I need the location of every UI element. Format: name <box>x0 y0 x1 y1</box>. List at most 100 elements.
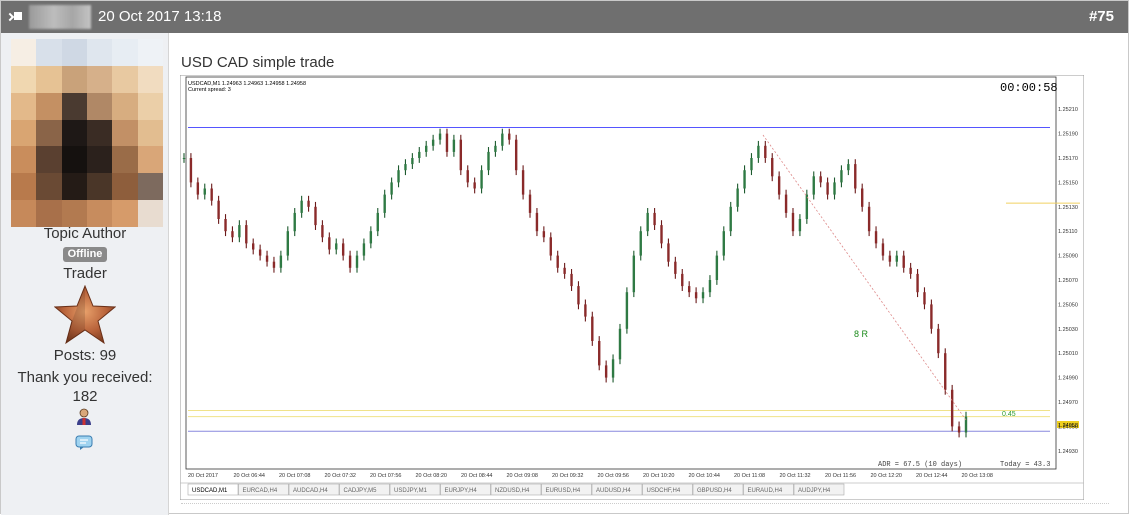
candle-body <box>570 273 573 287</box>
candle-body <box>577 286 580 305</box>
chart-adr-text: ADR = 67.5 (10 days) <box>878 461 962 469</box>
forum-post: 20 Oct 2017 13:18 #75 Topic Author Offli… <box>0 0 1129 515</box>
candle-body <box>272 261 276 268</box>
candle-body <box>411 158 414 165</box>
candle-body <box>923 292 926 305</box>
chart-screenshot[interactable]: USDCAD,M1 1.24963 1.24963 1.24958 1.2495… <box>180 75 1084 500</box>
candle-body <box>736 188 739 207</box>
x-tick-label: 20 Oct 07:08 <box>279 473 311 479</box>
author-name-blurred[interactable] <box>29 5 91 29</box>
chart-tab-label[interactable]: EURAUD,H4 <box>748 488 783 494</box>
y-tick-label: 1.25030 <box>1058 327 1078 333</box>
chart-tab-label[interactable]: AUDJPY,H4 <box>798 488 831 494</box>
candle-body <box>722 231 725 256</box>
y-tick-label: 1.25090 <box>1058 254 1078 260</box>
candle-body <box>293 212 296 232</box>
chart-spread-line: Current spread: 3 <box>188 87 231 93</box>
candle-body <box>314 206 317 226</box>
candle-body <box>362 243 366 256</box>
x-tick-label: 20 Oct 11:32 <box>780 473 811 479</box>
candle-body <box>425 145 428 152</box>
candle-body <box>404 164 407 171</box>
x-tick-label: 20 Oct 08:20 <box>416 473 448 479</box>
candle-body <box>819 176 822 183</box>
chart-tab-label[interactable]: CADJPY,M5 <box>344 488 378 494</box>
candle-body <box>715 255 719 280</box>
collapse-icon[interactable] <box>5 11 22 23</box>
chart-annotation-r: 8 R <box>854 329 869 339</box>
chart-tab-label[interactable]: EURCAD,H4 <box>243 488 278 494</box>
chart-tab-label[interactable]: USDCHF,H4 <box>647 488 681 494</box>
candle-body <box>777 176 781 195</box>
x-tick-label: 20 Oct 13:08 <box>962 473 994 479</box>
candle-body <box>950 389 954 427</box>
candle-body <box>674 261 677 274</box>
candle-body <box>542 231 546 238</box>
candle-body <box>750 158 753 171</box>
chart-tab-label[interactable]: AUDUSD,H4 <box>596 488 631 494</box>
candle-body <box>584 304 587 317</box>
chart-tab-label[interactable]: GBPUSD,H4 <box>697 488 732 494</box>
candle-body <box>452 139 456 152</box>
x-tick-label: 20 Oct 06:44 <box>234 473 266 479</box>
candle-body <box>383 194 386 213</box>
y-tick-label: 1.24950 <box>1058 424 1078 430</box>
chart-tab-label[interactable]: EURUSD,H4 <box>546 488 581 494</box>
author-role: Topic Author <box>43 225 127 242</box>
candle-body <box>300 200 303 213</box>
candle-body <box>708 280 712 293</box>
y-tick-label: 1.25170 <box>1058 156 1078 162</box>
post-number-link[interactable]: #75 <box>1089 8 1114 25</box>
candle-body <box>701 292 705 299</box>
candle-body <box>279 255 283 268</box>
x-tick-label: 20 Oct 09:56 <box>598 473 630 479</box>
candle-body <box>203 188 206 195</box>
candle-body <box>459 139 463 171</box>
candle-body <box>618 328 622 360</box>
private-message-icon[interactable] <box>75 435 93 450</box>
chart-tab-label[interactable]: NZDUSD,H4 <box>495 488 530 494</box>
candle-body <box>881 243 885 256</box>
candle-body <box>307 200 310 207</box>
candle-body <box>376 212 379 232</box>
candle-body <box>639 231 642 256</box>
candle-body <box>867 206 871 232</box>
candle-body <box>847 164 850 171</box>
candle-body <box>646 212 649 232</box>
x-tick-label: 20 Oct 10:44 <box>689 473 721 479</box>
candle-body <box>860 188 864 207</box>
y-tick-label: 1.25010 <box>1058 351 1078 357</box>
chart-tab-label[interactable]: USDCAD,M1 <box>192 488 228 494</box>
candle-body <box>189 158 193 183</box>
avatar[interactable] <box>11 39 163 227</box>
candle-body <box>937 328 940 354</box>
candle-body <box>694 292 698 299</box>
candle-body <box>930 304 933 329</box>
candle-body <box>888 255 892 262</box>
candle-body <box>632 255 636 293</box>
candle-body <box>771 158 774 177</box>
candle-body <box>895 255 898 262</box>
candle-body <box>798 219 802 232</box>
candle-body <box>757 145 760 158</box>
post-content: USD CAD simple trade USDCAD,M1 1.24963 1… <box>169 33 1128 515</box>
chart-tab-label[interactable]: AUDCAD,H4 <box>293 488 328 494</box>
candle-body <box>681 273 684 287</box>
candle-body <box>764 145 767 158</box>
candle-body <box>902 255 905 268</box>
candle-body <box>874 231 878 244</box>
candle-body <box>335 243 338 250</box>
candle-body <box>944 353 947 390</box>
y-tick-label: 1.24970 <box>1058 400 1078 406</box>
x-tick-label: 20 Oct 12:44 <box>916 473 948 479</box>
chart-tab-label[interactable]: EURJPY,H4 <box>445 488 478 494</box>
candle-body <box>252 243 255 250</box>
candle-body <box>224 219 227 232</box>
candle-body <box>660 225 663 244</box>
user-profile-icon[interactable] <box>76 408 92 426</box>
candle-body <box>258 249 262 256</box>
candle-body <box>535 212 539 232</box>
candle-body <box>604 365 608 378</box>
candle-body <box>321 225 324 238</box>
chart-tab-label[interactable]: USDJPY,M1 <box>394 488 428 494</box>
